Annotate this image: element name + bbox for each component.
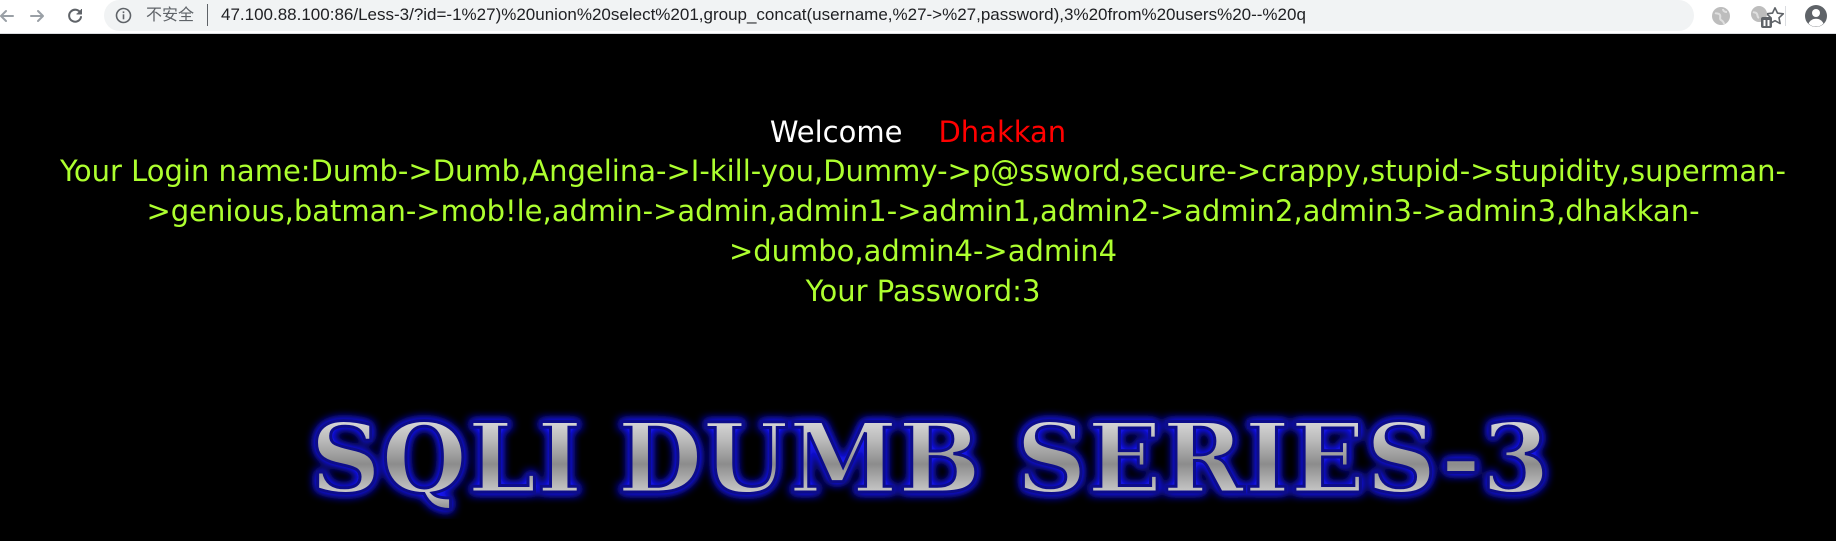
url-text[interactable]: 47.100.88.100:86/Less-3/?id=-1%27)%20uni… [221,5,1306,25]
browser-toolbar: 不安全 47.100.88.100:86/Less-3/?id=-1%27)%2… [0,0,1836,34]
password-line: Your Password:3 [805,274,1041,308]
welcome-text: Welcome [769,115,903,149]
security-label[interactable]: 不安全 [146,5,194,25]
profile-avatar-icon[interactable] [1804,4,1828,28]
welcome-name: Dhakkan [938,115,1067,149]
toolbar-divider [1785,6,1786,26]
page-content: Welcome Dhakkan Your Login name:Dumb->Dum… [0,34,1836,541]
query-result: Your Login name:Dumb->Dumb,Angelina->I-k… [28,151,1818,311]
url-path: :86/Less-3/?id=-1%27)%20union%20select%2… [329,5,1306,24]
series-banner-image: SQLI DUMB SERIES-3 [300,394,1560,519]
globe-extension-icon[interactable] [1710,5,1732,27]
address-bar[interactable]: 不安全 47.100.88.100:86/Less-3/?id=-1%27)%2… [104,0,1785,31]
back-arrow-icon[interactable] [0,3,20,29]
banner-text: SQLI DUMB SERIES-3 [310,402,1550,515]
info-icon[interactable] [115,7,132,24]
url-host: 47.100.88.100 [221,5,330,24]
url-separator [207,4,208,26]
reload-icon[interactable] [62,3,88,29]
login-name-line: Your Login name:Dumb->Dumb,Angelina->I-k… [59,154,1787,268]
welcome-line: Welcome Dhakkan [0,114,1836,150]
extension-badge-icon[interactable] [1748,4,1774,30]
forward-arrow-icon[interactable] [24,3,50,29]
